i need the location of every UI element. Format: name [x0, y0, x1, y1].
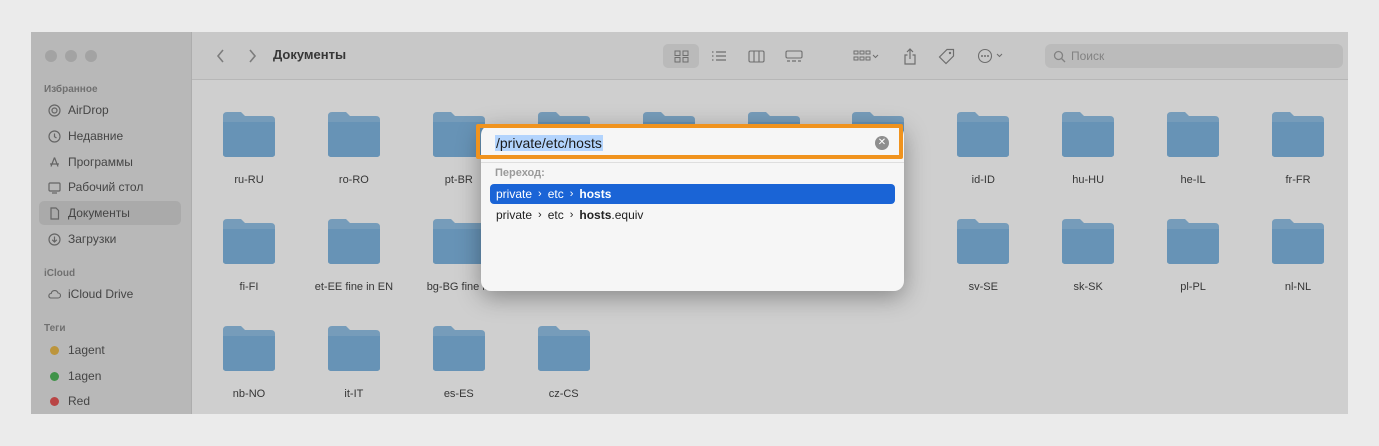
path-segment: private: [496, 208, 533, 222]
highlight-annotation: [476, 124, 903, 159]
path-match: hosts: [579, 187, 612, 201]
chevron-right-icon: ›: [569, 188, 574, 200]
chevron-right-icon: ›: [569, 209, 574, 221]
path-segment: private: [496, 187, 533, 201]
divider: [481, 162, 904, 163]
path-match: hosts: [579, 208, 612, 222]
suggestion-item[interactable]: private › etc › hosts: [490, 184, 895, 204]
path-suffix: .equiv: [611, 208, 644, 222]
chevron-right-icon: ›: [538, 188, 542, 200]
goto-section-label: Переход:: [495, 167, 545, 179]
path-segment: etc: [547, 187, 564, 201]
suggestion-item[interactable]: private › etc › hosts .equiv: [490, 205, 895, 225]
chevron-right-icon: ›: [538, 209, 542, 221]
path-segment: etc: [547, 208, 564, 222]
